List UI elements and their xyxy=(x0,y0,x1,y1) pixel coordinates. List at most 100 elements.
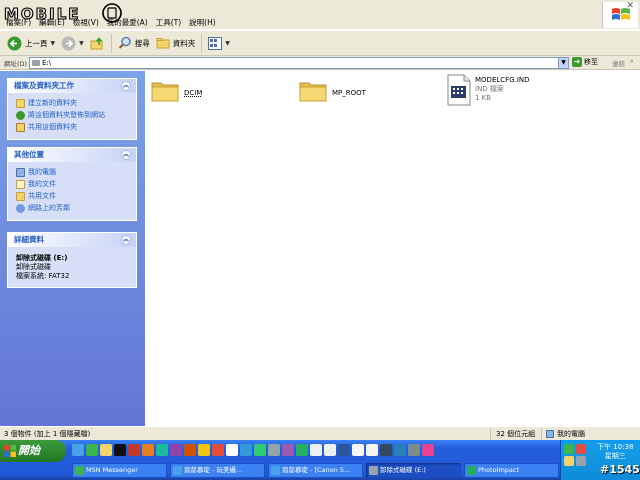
app-icon[interactable] xyxy=(212,444,224,456)
msn-tray-icon[interactable] xyxy=(564,444,574,454)
excel-icon[interactable] xyxy=(296,444,308,456)
ie-icon[interactable] xyxy=(72,444,84,456)
details-filesystem: 檔案系統: FAT32 xyxy=(16,272,70,280)
task-label: 共用這個資料夾 xyxy=(28,123,77,131)
task-button-explorer[interactable]: 卸除式磁碟 (E:) xyxy=(366,463,461,478)
back-label: 上一頁 xyxy=(25,38,48,48)
app-icon[interactable] xyxy=(394,444,406,456)
task-button-photoimpact[interactable]: PhotoImpact xyxy=(464,463,559,478)
app-icon[interactable] xyxy=(268,444,280,456)
file-tasks-header[interactable]: 檔案及資料夾工作 ︽ xyxy=(8,79,136,93)
chevron-down-icon[interactable]: ▼ xyxy=(225,40,230,47)
menu-edit[interactable]: 編輯(E) xyxy=(39,17,65,28)
folder-icon xyxy=(299,82,327,102)
collapse-icon[interactable]: ︽ xyxy=(121,81,131,91)
details-header[interactable]: 詳細資料 ︽ xyxy=(8,233,136,247)
app-icon[interactable] xyxy=(170,444,182,456)
back-button[interactable]: 上一頁 ▼ xyxy=(4,33,58,54)
place-label: 我的電腦 xyxy=(28,168,56,176)
task-publish-web[interactable]: 將這個資料夾發佈到網站 xyxy=(16,109,130,121)
msn-icon[interactable] xyxy=(86,444,98,456)
tray-icon[interactable] xyxy=(564,456,574,466)
task-button-label: 卸除式磁碟 (E:) xyxy=(380,466,426,474)
search-icon xyxy=(118,36,131,49)
details-drive-name: 卸除式磁碟 (E:) xyxy=(16,254,68,262)
new-folder-icon xyxy=(16,98,25,108)
app-icon[interactable] xyxy=(226,444,238,456)
up-folder-button[interactable] xyxy=(87,33,108,54)
app-icon[interactable] xyxy=(380,444,392,456)
task-button-label: 窩蔀慕琁 - [Canon 5... xyxy=(282,466,351,474)
app-icon[interactable] xyxy=(408,444,420,456)
media-icon[interactable] xyxy=(114,444,126,456)
address-label: 網址(D) xyxy=(4,60,28,68)
go-arrow-icon: ➜ xyxy=(572,57,582,67)
up-folder-icon xyxy=(90,36,103,49)
folders-button[interactable]: 資料夾 xyxy=(153,33,199,54)
task-share-folder[interactable]: 共用這個資料夾 xyxy=(16,121,130,133)
views-icon xyxy=(208,36,223,50)
chevron-down-icon[interactable]: ▼ xyxy=(51,40,56,47)
chevron-down-icon[interactable]: ▼ xyxy=(79,40,84,47)
status-location: 我的電腦 xyxy=(546,427,585,441)
app-icon[interactable] xyxy=(366,444,378,456)
app-icon[interactable] xyxy=(142,444,154,456)
folder-icon[interactable] xyxy=(100,444,112,456)
app-icon[interactable] xyxy=(282,444,294,456)
forward-button[interactable]: ▼ xyxy=(58,33,87,54)
collapse-icon[interactable]: ︽ xyxy=(121,235,131,245)
details-title: 詳細資料 xyxy=(14,235,44,244)
chevron-right-icon[interactable]: » xyxy=(630,58,634,65)
menu-help[interactable]: 說明(H) xyxy=(189,17,216,28)
place-network[interactable]: 網路上的芳鄰 xyxy=(16,202,130,214)
app-icon[interactable] xyxy=(254,444,266,456)
tray-icon[interactable] xyxy=(576,444,586,454)
folder-item-mp-root[interactable]: MP_ROOT xyxy=(298,77,366,103)
toolbar-divider xyxy=(110,33,112,53)
search-button[interactable]: 搜尋 xyxy=(115,33,153,54)
place-shared-documents[interactable]: 共用文件 xyxy=(16,190,130,202)
menu-view[interactable]: 檢視(V) xyxy=(73,17,99,28)
app-icon[interactable] xyxy=(198,444,210,456)
ie-icon xyxy=(173,466,182,475)
menu-favorites[interactable]: 我的最愛(A) xyxy=(107,17,148,28)
app-icon[interactable] xyxy=(310,444,322,456)
other-places-panel: 其他位置 ︽ 我的電腦 我的文件 共用文件 網路上的芳鄰 xyxy=(7,147,137,221)
app-icon[interactable] xyxy=(184,444,196,456)
documents-icon xyxy=(16,179,25,189)
task-button-browser-2[interactable]: 窩蔀慕琁 - [Canon 5... xyxy=(268,463,363,478)
computer-icon xyxy=(16,167,25,177)
volume-icon[interactable] xyxy=(576,456,586,466)
collapse-icon[interactable]: ︽ xyxy=(121,150,131,160)
chevron-down-icon[interactable]: ▼ xyxy=(558,58,568,68)
clock-day: 星期三 xyxy=(604,452,626,460)
views-button[interactable]: ▼ xyxy=(205,33,233,54)
menu-file[interactable]: 檔案(F) xyxy=(6,17,31,28)
task-button-msn[interactable]: MSN Messenger xyxy=(72,463,167,478)
file-item-modelcfg[interactable]: MODELCFG.IND IND 檔案 1 KB xyxy=(447,74,530,106)
place-my-documents[interactable]: 我的文件 xyxy=(16,178,130,190)
status-size: 32 個位元組 xyxy=(496,430,536,438)
address-input[interactable]: E:\ ▼ xyxy=(29,57,569,69)
menu-tools[interactable]: 工具(T) xyxy=(156,17,181,28)
close-icon[interactable]: ✕ xyxy=(626,1,634,11)
go-button[interactable]: ➜ 移至 xyxy=(572,57,598,67)
other-places-header[interactable]: 其他位置 ︽ xyxy=(8,148,136,162)
app-icon[interactable] xyxy=(324,444,336,456)
task-button-browser-1[interactable]: 窩蔀慕琁 - 玩美攝... xyxy=(170,463,265,478)
app-icon[interactable] xyxy=(156,444,168,456)
links-button[interactable]: 連結 xyxy=(612,58,625,68)
app-icon[interactable] xyxy=(352,444,364,456)
word-icon[interactable] xyxy=(338,444,350,456)
toolbar-divider xyxy=(201,33,203,53)
app-icon[interactable] xyxy=(128,444,140,456)
clock[interactable]: 下午 10:38 星期三 xyxy=(597,443,633,461)
app-icon[interactable] xyxy=(422,444,434,456)
task-new-folder[interactable]: 建立新的資料夾 xyxy=(16,97,130,109)
details-panel: 詳細資料 ︽ 卸除式磁碟 (E:) 卸除式磁碟 檔案系統: FAT32 xyxy=(7,232,137,288)
start-button[interactable]: 開始 xyxy=(0,440,66,462)
place-my-computer[interactable]: 我的電腦 xyxy=(16,166,130,178)
folder-item-dcim[interactable]: DCIM xyxy=(150,77,202,103)
app-icon[interactable] xyxy=(240,444,252,456)
task-button-label: PhotoImpact xyxy=(478,466,520,474)
